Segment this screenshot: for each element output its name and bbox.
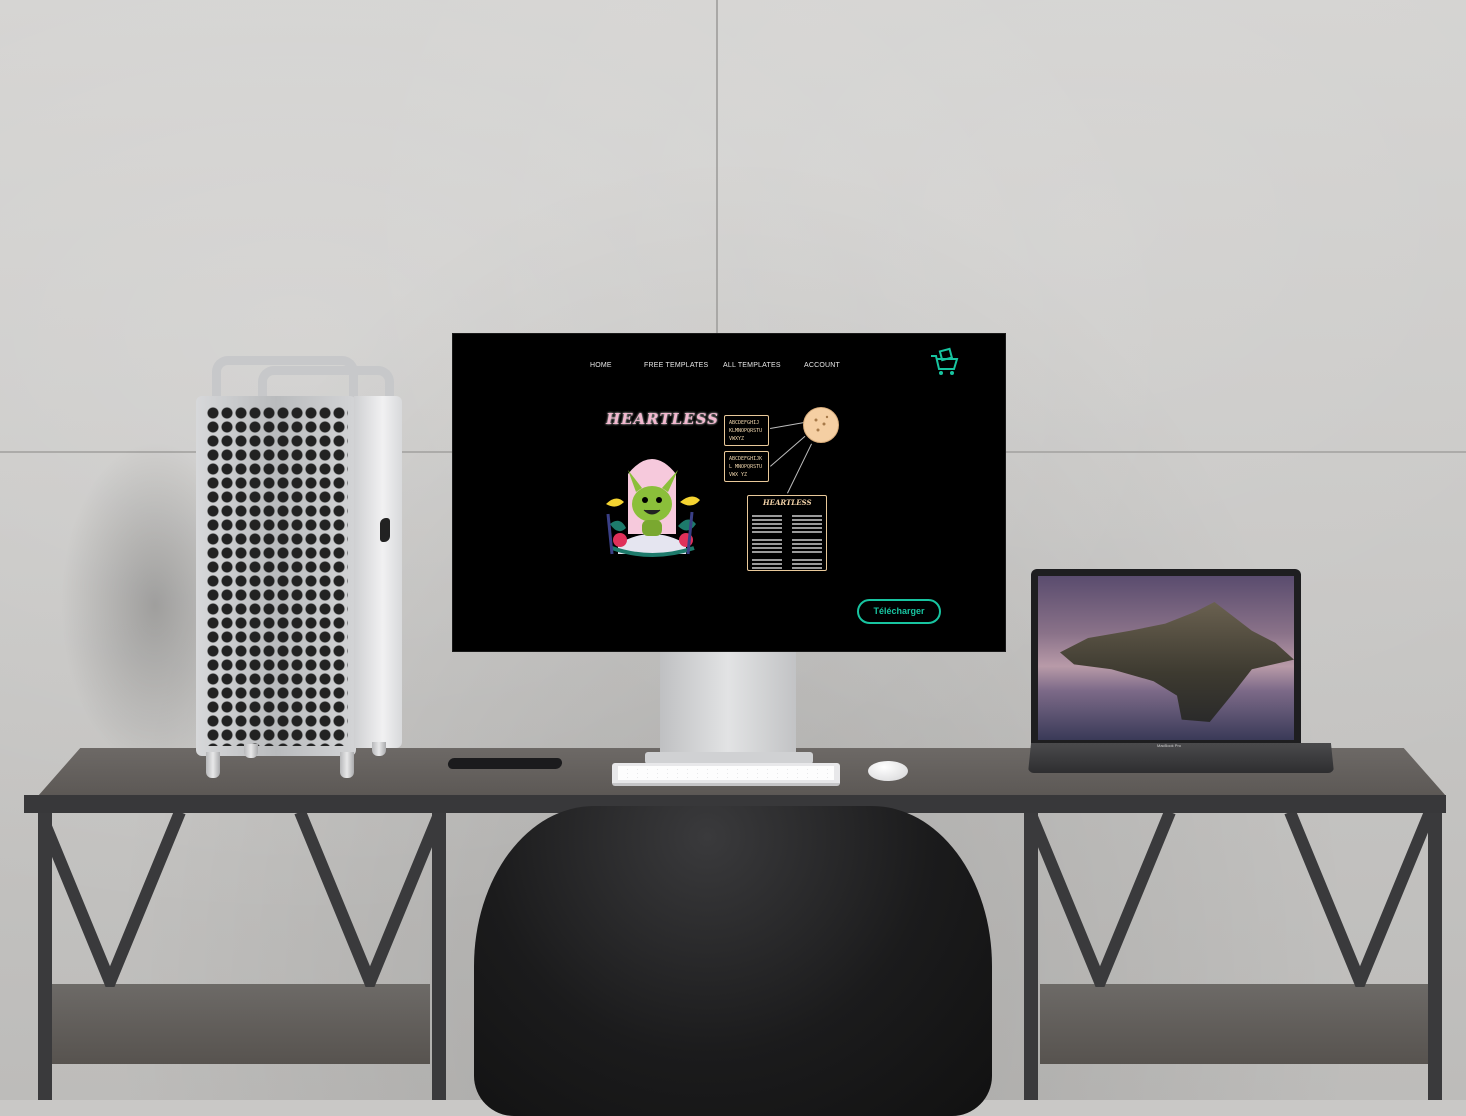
desk-leg [432, 812, 446, 1100]
monster-illustration [606, 459, 700, 557]
desk-leg [1024, 812, 1038, 1100]
tower-foot [244, 744, 258, 758]
desk-leg [38, 812, 52, 1100]
shopping-cart-icon[interactable] [930, 347, 960, 377]
font-specimen-alt: ABCDEFGHIJKL MNOPQRSTUVWX YZ [724, 451, 769, 482]
tower-foot [206, 752, 220, 778]
mac-pro-tower [196, 396, 356, 756]
card-title: HEARTLESS [763, 498, 812, 507]
cookie-icon [814, 415, 829, 432]
tower-foot [372, 742, 386, 756]
desk-lower-shelf-left [46, 984, 430, 1064]
keyboard-keys [618, 766, 834, 780]
desk-lower-shelf-right [1040, 984, 1432, 1064]
desk-brace-right [1030, 812, 1430, 987]
laptop-model-label: MacBook Pro [1156, 743, 1181, 748]
download-button[interactable]: Télécharger [857, 599, 941, 624]
card-text-column-left [752, 515, 782, 571]
tower-grille [206, 406, 348, 746]
card-text-column-right [792, 515, 822, 571]
font-specimen-uppercase: ABCDEFGHIJ KLMNOPQRSTU VWXYZ [724, 415, 769, 446]
nav-home[interactable]: HOME [590, 362, 612, 369]
smartphone [447, 758, 563, 769]
monitor-stand [660, 650, 796, 762]
tower-side-panel [354, 396, 402, 748]
brand-title: HEARTLESS [606, 410, 719, 428]
nav-free-templates[interactable]: FREE TEMPLATES [644, 362, 708, 369]
office-chair [474, 806, 992, 1116]
nav-all-templates[interactable]: ALL TEMPLATES [723, 362, 781, 369]
desk-leg [1428, 812, 1442, 1100]
nav-account[interactable]: ACCOUNT [804, 362, 840, 369]
tower-foot [340, 752, 354, 778]
desk-brace-left [40, 812, 440, 987]
mouse [868, 761, 908, 781]
apple-logo-icon [380, 518, 390, 542]
cookie-graphic [803, 407, 839, 443]
